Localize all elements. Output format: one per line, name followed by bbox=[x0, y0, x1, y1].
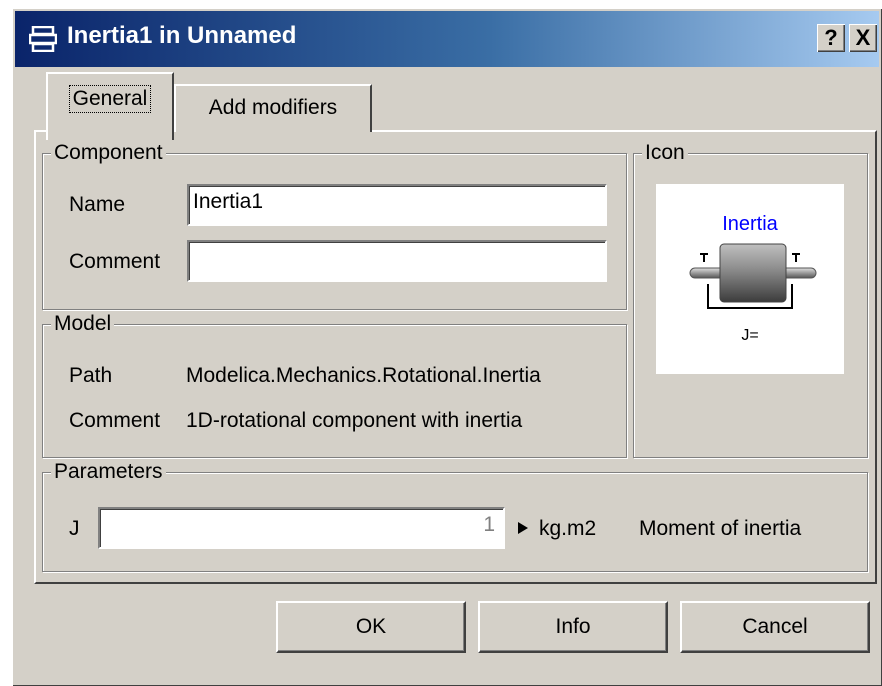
parameter-description: Moment of inertia bbox=[639, 517, 802, 540]
info-button[interactable]: Info bbox=[478, 601, 668, 653]
window-icon bbox=[29, 26, 57, 52]
model-comment-label: Comment bbox=[69, 409, 161, 432]
ok-button[interactable]: OK bbox=[276, 601, 466, 653]
tab-general[interactable]: General bbox=[46, 72, 174, 140]
cancel-button[interactable]: Cancel bbox=[680, 601, 870, 653]
comment-input[interactable] bbox=[187, 240, 607, 282]
path-value: Modelica.Mechanics.Rotational.Inertia bbox=[186, 364, 541, 387]
path-label: Path bbox=[69, 364, 113, 387]
dialog-window: Inertia1 in Unnamed ? X General Add modi… bbox=[12, 8, 882, 686]
parameter-name: J bbox=[69, 517, 80, 540]
tab-add-modifiers-label: Add modifiers bbox=[208, 96, 338, 119]
icon-param-label: J= bbox=[741, 327, 758, 344]
component-group: Component Name Inertia1 Comment bbox=[42, 140, 627, 310]
close-button[interactable]: X bbox=[849, 24, 877, 52]
parameter-value-input[interactable]: 1 bbox=[98, 507, 505, 549]
tab-general-label: General bbox=[68, 85, 152, 113]
component-legend: Component bbox=[51, 140, 166, 166]
title-bar[interactable]: Inertia1 in Unnamed ? X bbox=[15, 11, 879, 67]
tab-add-modifiers[interactable]: Add modifiers bbox=[174, 84, 372, 132]
icon-caption: Inertia bbox=[722, 213, 778, 235]
icon-legend: Icon bbox=[642, 140, 688, 166]
triangle-right-icon[interactable] bbox=[517, 521, 529, 535]
model-group: Model Path Modelica.Mechanics.Rotational… bbox=[42, 311, 627, 458]
name-input[interactable]: Inertia1 bbox=[187, 184, 607, 226]
parameters-group: Parameters J 1 kg.m2 Moment of inertia bbox=[42, 459, 868, 572]
parameters-legend: Parameters bbox=[51, 459, 166, 485]
component-icon-preview: Inertia J= bbox=[656, 184, 844, 374]
name-label: Name bbox=[69, 193, 126, 216]
window-title: Inertia1 in Unnamed bbox=[67, 22, 297, 49]
model-legend: Model bbox=[51, 311, 115, 337]
comment-label: Comment bbox=[69, 250, 161, 273]
inertia-icon: Inertia J= bbox=[689, 213, 817, 344]
help-button[interactable]: ? bbox=[817, 24, 845, 52]
icon-group: Icon Inertia J= bbox=[633, 140, 868, 458]
model-comment-value: 1D-rotational component with inertia bbox=[186, 409, 523, 432]
parameter-unit: kg.m2 bbox=[539, 517, 597, 540]
tab-panel-general: Component Name Inertia1 Comment Icon Ine… bbox=[34, 130, 877, 584]
